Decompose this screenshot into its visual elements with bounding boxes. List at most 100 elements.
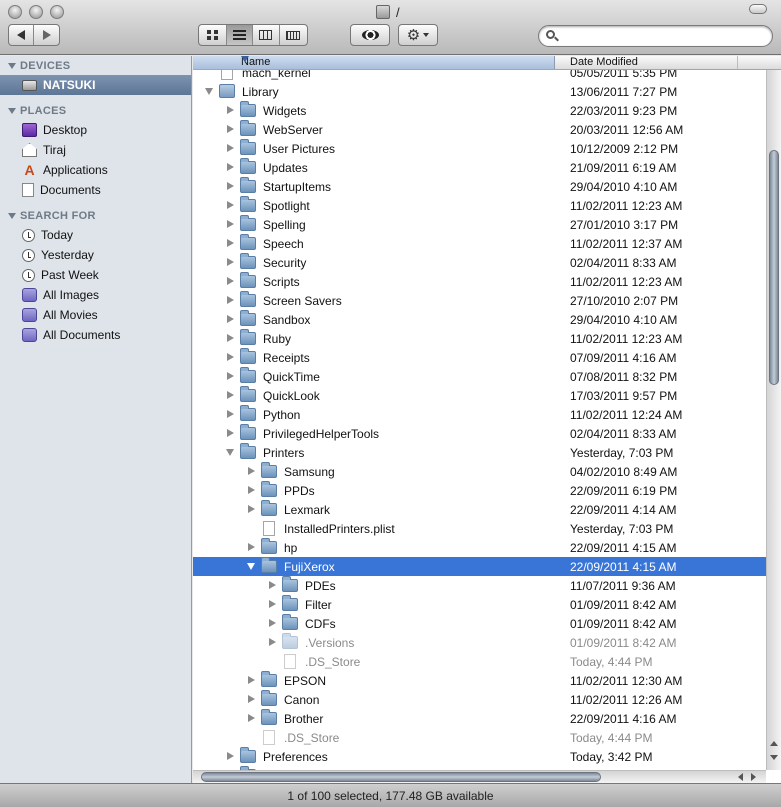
date-modified-column-header[interactable]: Date Modified [570, 56, 638, 68]
search-field[interactable] [538, 25, 773, 47]
table-row[interactable]: Canon 11/02/2011 12:26 AM [193, 690, 766, 709]
disclosure-triangle-collapsed-icon[interactable] [227, 144, 234, 152]
table-row[interactable]: .DS_Store Today, 4:44 PM [193, 728, 766, 747]
table-row[interactable]: Brother 22/09/2011 4:16 AM [193, 709, 766, 728]
table-row[interactable]: Security 02/04/2011 8:33 AM [193, 253, 766, 272]
table-row[interactable]: CDFs 01/09/2011 8:42 AM [193, 614, 766, 633]
table-row[interactable]: QuickLook 17/03/2011 9:57 PM [193, 386, 766, 405]
disclosure-triangle-collapsed-icon[interactable] [269, 581, 276, 589]
close-window-button[interactable] [8, 5, 22, 19]
sidebar-item-tiraj[interactable]: Tiraj [22, 140, 66, 160]
toolbar-toggle-button[interactable] [749, 4, 767, 14]
disclosure-triangle-expanded-icon[interactable] [205, 88, 213, 95]
vertical-scroll-thumb[interactable] [769, 150, 779, 385]
sidebar-item-all-documents[interactable]: All Documents [22, 325, 120, 345]
disclosure-triangle-collapsed-icon[interactable] [227, 258, 234, 266]
sidebar-item-today[interactable]: Today [22, 225, 73, 245]
table-row[interactable]: Speech 11/02/2011 12:37 AM [193, 234, 766, 253]
disclosure-triangle-collapsed-icon[interactable] [269, 600, 276, 608]
disclosure-triangle-collapsed-icon[interactable] [227, 296, 234, 304]
table-row[interactable]: Widgets 22/03/2011 9:23 PM [193, 101, 766, 120]
disclosure-triangle-collapsed-icon[interactable] [227, 125, 234, 133]
table-row[interactable]: Printers Yesterday, 7:03 PM [193, 443, 766, 462]
disclosure-triangle-collapsed-icon[interactable] [248, 505, 255, 513]
disclosure-triangle-collapsed-icon[interactable] [248, 543, 255, 551]
table-row[interactable]: Scripts 11/02/2011 12:23 AM [193, 272, 766, 291]
search-for-section-header[interactable]: SEARCH FOR [8, 210, 96, 222]
column-view-button[interactable] [253, 25, 280, 45]
disclosure-triangle-collapsed-icon[interactable] [248, 695, 255, 703]
sidebar-item-all-images[interactable]: All Images [22, 285, 99, 305]
disclosure-triangle-collapsed-icon[interactable] [227, 334, 234, 342]
table-row[interactable]: Spelling 27/01/2010 3:17 PM [193, 215, 766, 234]
disclosure-triangle-collapsed-icon[interactable] [227, 353, 234, 361]
name-column-header[interactable]: Name [193, 56, 555, 69]
forward-button[interactable] [34, 25, 59, 45]
disclosure-triangle-collapsed-icon[interactable] [227, 752, 234, 760]
disclosure-triangle-collapsed-icon[interactable] [227, 410, 234, 418]
table-row[interactable]: InstalledPrinters.plist Yesterday, 7:03 P… [193, 519, 766, 538]
table-row[interactable]: Filter 01/09/2011 8:42 AM [193, 595, 766, 614]
table-row[interactable]: Library 13/06/2011 7:27 PM [193, 82, 766, 101]
horizontal-scroll-thumb[interactable] [201, 772, 601, 782]
scroll-up-arrow-icon[interactable] [770, 741, 778, 746]
table-row[interactable]: Lexmark 22/09/2011 4:14 AM [193, 500, 766, 519]
vertical-scrollbar[interactable] [766, 70, 781, 770]
disclosure-triangle-collapsed-icon[interactable] [269, 619, 276, 627]
disclosure-triangle-collapsed-icon[interactable] [227, 277, 234, 285]
disclosure-triangle-collapsed-icon[interactable] [227, 163, 234, 171]
table-row[interactable]: Ruby 11/02/2011 12:23 AM [193, 329, 766, 348]
disclosure-triangle-collapsed-icon[interactable] [227, 372, 234, 380]
disclosure-triangle-collapsed-icon[interactable] [269, 638, 276, 646]
sidebar-item-yesterday[interactable]: Yesterday [22, 245, 94, 265]
disclosure-triangle-expanded-icon[interactable] [226, 449, 234, 456]
icon-view-button[interactable] [199, 25, 227, 45]
table-row[interactable]: Samsung 04/02/2010 8:49 AM [193, 462, 766, 481]
table-row[interactable]: mach_kernel 05/05/2011 5:35 PM [193, 70, 766, 82]
scroll-down-arrow-icon[interactable] [770, 755, 778, 760]
table-row[interactable]: QuickTime 07/08/2011 8:32 PM [193, 367, 766, 386]
disclosure-triangle-collapsed-icon[interactable] [227, 182, 234, 190]
coverflow-view-button[interactable] [280, 25, 307, 45]
table-row[interactable]: Sandbox 29/04/2010 4:10 AM [193, 310, 766, 329]
places-section-header[interactable]: PLACES [8, 105, 66, 117]
back-button[interactable] [9, 25, 35, 45]
disclosure-triangle-collapsed-icon[interactable] [248, 714, 255, 722]
minimize-window-button[interactable] [29, 5, 43, 19]
list-view-button[interactable] [226, 25, 254, 45]
selected-table-row[interactable]: FujiXerox 22/09/2011 4:15 AM [193, 557, 766, 576]
disclosure-triangle-collapsed-icon[interactable] [248, 467, 255, 475]
disclosure-triangle-collapsed-icon[interactable] [227, 201, 234, 209]
table-row[interactable]: PPDs 22/09/2011 6:19 PM [193, 481, 766, 500]
table-row[interactable]: PDEs 11/07/2011 9:36 AM [193, 576, 766, 595]
scroll-left-arrow-icon[interactable] [738, 773, 743, 781]
disclosure-triangle-expanded-icon[interactable] [247, 563, 255, 570]
table-row[interactable]: StartupItems 29/04/2010 4:10 AM [193, 177, 766, 196]
table-row[interactable]: .Versions 01/09/2011 8:42 AM [193, 633, 766, 652]
disclosure-triangle-collapsed-icon[interactable] [227, 315, 234, 323]
sidebar-item-desktop[interactable]: Desktop [22, 120, 87, 140]
zoom-window-button[interactable] [50, 5, 64, 19]
table-row[interactable]: Updates 21/09/2011 6:19 AM [193, 158, 766, 177]
disclosure-triangle-collapsed-icon[interactable] [227, 220, 234, 228]
disclosure-triangle-collapsed-icon[interactable] [227, 239, 234, 247]
disclosure-triangle-collapsed-icon[interactable] [248, 676, 255, 684]
devices-section-header[interactable]: DEVICES [8, 60, 70, 72]
table-row[interactable]: hp 22/09/2011 4:15 AM [193, 538, 766, 557]
sidebar-item-past-week[interactable]: Past Week [22, 265, 99, 285]
table-row[interactable]: User Pictures 10/12/2009 2:12 PM [193, 139, 766, 158]
search-input[interactable] [563, 29, 763, 43]
table-row[interactable]: Python 11/02/2011 12:24 AM [193, 405, 766, 424]
action-menu-button[interactable]: ⚙ [398, 24, 438, 46]
disclosure-triangle-collapsed-icon[interactable] [227, 429, 234, 437]
disclosure-triangle-collapsed-icon[interactable] [248, 486, 255, 494]
quick-look-button[interactable] [350, 24, 390, 46]
table-row[interactable]: Screen Savers 27/10/2010 2:07 PM [193, 291, 766, 310]
disclosure-triangle-collapsed-icon[interactable] [227, 106, 234, 114]
table-row[interactable]: Receipts 07/09/2011 4:16 AM [193, 348, 766, 367]
table-row[interactable]: Spotlight 11/02/2011 12:23 AM [193, 196, 766, 215]
table-row[interactable]: EPSON 11/02/2011 12:30 AM [193, 671, 766, 690]
sidebar-item-documents[interactable]: Documents [22, 180, 101, 200]
table-row[interactable]: WebServer 20/03/2011 12:56 AM [193, 120, 766, 139]
sidebar-item-applications[interactable]: A Applications [22, 160, 107, 180]
